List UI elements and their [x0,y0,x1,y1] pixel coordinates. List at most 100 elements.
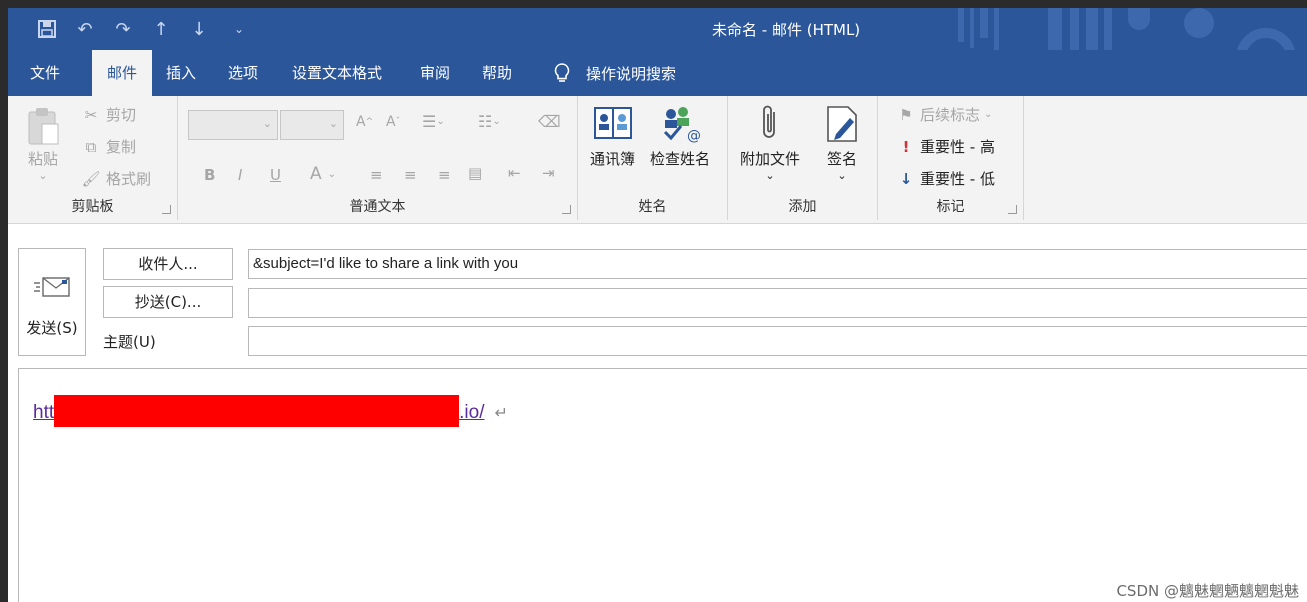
numbering-icon[interactable]: ☷ ⌄ [478,112,501,131]
customize-qat-icon[interactable]: ⌄ [226,16,252,42]
subject-field[interactable] [248,326,1307,356]
font-color-label: A [310,164,322,184]
address-book-label: 通讯簿 [590,150,636,168]
copy-button[interactable]: ⧉ 复制 [80,136,136,157]
basic-text-launcher-icon[interactable] [562,205,571,214]
address-book-button[interactable]: 通讯簿 [590,104,635,169]
align-left-icon[interactable]: ≡ [370,166,383,184]
arrow-down-icon[interactable]: ↓ [186,16,212,42]
send-button[interactable]: 发送(S) [18,248,86,356]
window-title: 未命名 - 邮件 (HTML) [712,21,861,39]
to-field[interactable]: &subject=I'd like to share a link with y… [248,249,1307,279]
group-label-tags: 标记 [936,199,965,215]
undo-icon[interactable]: ↶ [72,16,98,42]
check-names-label: 检查姓名 [650,150,711,168]
svg-text:@: @ [687,128,701,144]
paragraph-mark-icon: ↵ [494,405,508,422]
signature-button[interactable]: 签名 ⌄ [822,104,862,182]
check-names-icon: @ [663,107,701,144]
tab-format-text[interactable]: 设置文本格式 [286,50,388,96]
message-body[interactable]: htt .io/ ↵ CSDN @魑魅魍魉魑魍魁魅 [18,368,1307,602]
save-icon[interactable] [34,16,60,42]
cut-label: 剪切 [106,106,137,124]
paperclip-icon [763,105,775,138]
redo-icon[interactable]: ↷ [110,16,136,42]
paste-button[interactable]: 粘贴 ⌄ [26,106,60,182]
cc-field[interactable] [248,288,1307,318]
clear-formatting-icon[interactable]: ⌫ [538,112,561,131]
to-button[interactable]: 收件人... [103,248,233,280]
bold-button[interactable]: B [204,166,215,184]
font-size-combo[interactable]: ⌄ [280,110,344,140]
cc-button[interactable]: 抄送(C)... [103,286,233,318]
tell-me-search[interactable]: 操作说明搜索 [552,50,676,96]
copy-icon: ⧉ [85,137,97,156]
check-names-button[interactable]: @ 检查姓名 [650,104,710,169]
font-color-button[interactable]: A ⌄ [310,164,336,184]
font-name-combo[interactable]: ⌄ [188,110,278,140]
group-tags: ⚑ 后续标志 ⌄ ! 重要性 - 高 ↓ 重要性 - 低 标记 [878,96,1024,220]
italic-button[interactable]: I [238,166,242,184]
tab-help[interactable]: 帮助 [476,50,518,96]
group-include: 附加文件 ⌄ 签名 ⌄ 添加 [728,96,878,220]
address-book-icon [593,107,632,139]
attach-dropdown-icon: ⌄ [765,169,775,182]
tell-me-label: 操作说明搜索 [586,64,677,83]
underline-button[interactable]: U [270,166,281,184]
tab-file[interactable]: 文件 [24,50,66,96]
outlook-compose-window: ↶ ↷ ↑ ↓ ⌄ 未命名 - 邮件 (HTML) 文件 邮件 插入 选项 设置… [8,8,1307,602]
paste-label: 粘贴 [27,150,58,168]
format-painter-button[interactable]: 🖌 格式刷 [80,168,151,189]
follow-up-label: 后续标志 [920,106,981,124]
send-label: 发送(S) [26,319,78,337]
tab-message[interactable]: 邮件 [92,50,152,96]
group-label-include: 添加 [788,199,817,215]
hyperlink[interactable]: htt .io/ ↵ [33,395,508,427]
arrow-up-icon[interactable]: ↑ [148,16,174,42]
justify-icon[interactable]: ▤ [468,164,482,182]
group-label-clipboard: 剪贴板 [71,199,114,215]
paste-dropdown-icon: ⌄ [38,169,48,182]
subject-label: 主题(U) [103,333,156,351]
clipboard-icon [28,108,59,145]
attach-file-label: 附加文件 [740,150,801,168]
send-icon [34,277,70,297]
clipboard-launcher-icon[interactable] [162,205,171,214]
cut-button[interactable]: ✂ 剪切 [80,104,136,125]
shrink-font-icon[interactable]: Aˇ [386,114,400,130]
align-right-icon[interactable]: ≡ [438,166,451,184]
align-center-icon[interactable]: ≡ [404,166,417,184]
arrow-down-icon: ↓ [899,169,913,188]
group-label-basic-text: 普通文本 [349,199,406,215]
watermark: CSDN @魑魅魍魉魑魍魁魅 [1116,582,1299,600]
format-painter-label: 格式刷 [106,170,152,188]
link-suffix: .io/ [459,402,485,423]
attach-file-button[interactable]: 附加文件 ⌄ [740,104,800,182]
brush-icon: 🖌 [81,169,101,188]
signature-icon [827,106,857,142]
follow-up-button[interactable]: ⚑ 后续标志 ⌄ [896,104,992,125]
lightbulb-icon [554,63,570,82]
grow-font-icon[interactable]: A ^ [356,114,373,130]
group-basic-text: ⌄ ⌄ A ^ Aˇ ☰ ⌄ ☷ ⌄ ⌫ B I U A ⌄ ≡ ≡ ≡ ▤ ⇤ ⇥… [178,96,578,220]
redaction-box [54,395,460,427]
ribbon-tabs: 文件 邮件 插入 选项 设置文本格式 审阅 帮助 操作说明搜索 [8,50,1307,96]
tab-review[interactable]: 审阅 [414,50,456,96]
copy-label: 复制 [106,138,137,156]
low-importance-button[interactable]: ↓ 重要性 - 低 [896,168,995,189]
signature-dropdown-icon: ⌄ [837,169,847,182]
ribbon: 粘贴 ⌄ ✂ 剪切 ⧉ 复制 🖌 格式刷 剪贴板 ⌄ ⌄ A ^ Aˇ ☰ ⌄ … [8,96,1307,224]
signature-label: 签名 [826,150,857,168]
title-bar: ↶ ↷ ↑ ↓ ⌄ 未命名 - 邮件 (HTML) [8,8,1307,88]
bullets-icon[interactable]: ☰ ⌄ [422,112,445,131]
decrease-indent-icon[interactable]: ⇤ [508,164,521,182]
group-clipboard: 粘贴 ⌄ ✂ 剪切 ⧉ 复制 🖌 格式刷 剪贴板 [8,96,178,220]
increase-indent-icon[interactable]: ⇥ [542,164,555,182]
flag-icon: ⚑ [899,105,913,124]
tab-insert[interactable]: 插入 [160,50,202,96]
tab-options[interactable]: 选项 [222,50,264,96]
high-importance-button[interactable]: ! 重要性 - 高 [896,136,995,157]
tags-launcher-icon[interactable] [1008,205,1017,214]
exclamation-icon: ! [902,137,910,156]
high-importance-label: 重要性 - 高 [920,138,995,156]
